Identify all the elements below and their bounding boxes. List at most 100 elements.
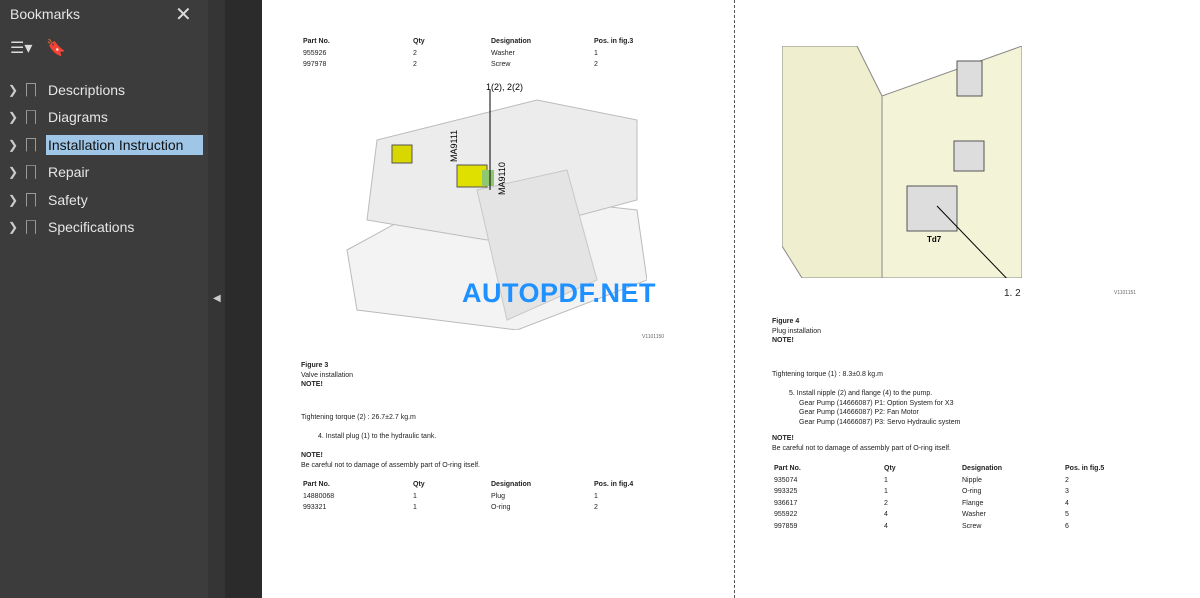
table-row: 935074 1 Nipple 2 <box>774 475 1135 487</box>
document-page: Part No. Qty Designation Pos. in fig.3 95592… <box>262 0 1200 598</box>
table-cell: 935074 <box>774 476 798 484</box>
bookmark-descriptions[interactable]: ❯ Descriptions <box>0 76 208 104</box>
table-cell: 4 <box>884 522 888 530</box>
column-header: Part No. <box>303 38 330 46</box>
table-cell: 4 <box>884 511 888 519</box>
figure-title: Figure 3 <box>301 362 329 369</box>
column-header: Qty <box>413 38 425 46</box>
table-cell: Screw <box>491 61 511 69</box>
note-label: NOTE! <box>301 381 323 388</box>
callout-label: 1(2), 2(2) <box>486 82 523 92</box>
table-cell: 997859 <box>774 522 798 530</box>
parts-table-fig4: Part No. Qty Designation Pos. in fig.4 14880… <box>303 479 664 514</box>
chevron-right-icon[interactable]: ❯ <box>8 138 18 152</box>
bookmark-installation-instruction[interactable]: ❯ Installation Instruction <box>0 131 208 159</box>
column-header: Qty <box>413 481 425 489</box>
callout-label: 1. 2 <box>1004 288 1021 299</box>
table-cell: 1 <box>594 49 598 57</box>
table-cell: Washer <box>491 49 515 57</box>
table-cell: Flange <box>962 499 984 507</box>
figure-id: V1101150 <box>642 334 665 340</box>
table-cell: 1 <box>884 488 888 496</box>
note-label: NOTE! <box>301 452 323 459</box>
note-text: Be careful not to damage of assembly par… <box>772 444 951 452</box>
table-cell: 3 <box>1065 488 1069 496</box>
step-detail-line: Gear Pump (14666087) P1: Option System f… <box>799 399 954 407</box>
page-divider <box>734 0 735 598</box>
bookmark-repair[interactable]: ❯ Repair <box>0 159 208 187</box>
table-row: 993325 1 O-ring 3 <box>774 486 1135 498</box>
column-header: Part No. <box>774 465 801 473</box>
table-cell: 2 <box>594 61 598 69</box>
table-header: Part No. Qty Designation Pos. in fig.3 <box>303 36 664 48</box>
table-cell: 4 <box>1065 499 1069 507</box>
table-cell: 2 <box>413 49 417 57</box>
table-row: 936617 2 Flange 4 <box>774 498 1135 510</box>
table-row: 993321 1 O-ring 2 <box>303 502 664 514</box>
chevron-right-icon[interactable]: ❯ <box>8 83 18 97</box>
note-label: NOTE! <box>772 337 794 344</box>
torque-text: Tightening torque (1) : 8.3±0.8 kg.m <box>772 371 883 378</box>
ma9111-label: MA9111 <box>449 130 459 162</box>
bookmark-label: Specifications <box>48 219 135 236</box>
figure-title: Figure 4 <box>772 318 800 325</box>
parts-table-fig3: Part No. Qty Designation Pos. in fig.3 95592… <box>303 36 664 71</box>
column-header: Pos. in fig.5 <box>1065 465 1105 473</box>
column-header: Pos. in fig.3 <box>594 38 634 46</box>
bookmark-label: Safety <box>48 191 88 208</box>
column-header: Designation <box>491 38 532 46</box>
plug-installation-figure: Td7 <box>782 46 1022 278</box>
bookmark-diagrams[interactable]: ❯ Diagrams <box>0 104 208 132</box>
bookmark-icon <box>26 165 36 180</box>
td7-label: Td7 <box>927 235 942 244</box>
note-label: NOTE! <box>772 435 794 442</box>
close-icon[interactable]: ✕ <box>175 2 192 27</box>
bookmark-icon <box>26 82 36 97</box>
table-row: 997859 4 Screw 6 <box>774 521 1135 533</box>
table-row: 14880068 1 Plug 1 <box>303 491 664 503</box>
table-cell: 936617 <box>774 499 798 507</box>
ma9110-label: MA9110 <box>497 162 507 195</box>
table-cell: 1 <box>413 504 417 512</box>
table-cell: 2 <box>884 499 888 507</box>
table-cell: 2 <box>1065 476 1069 484</box>
collapse-arrow-icon[interactable]: ◀ <box>213 293 221 304</box>
bookmark-specifications[interactable]: ❯ Specifications <box>0 214 208 242</box>
bookmarks-panel: Bookmarks ✕ ☰▾ 🔖 ❯ Descriptions ❯ Diagrams ❯… <box>0 0 208 598</box>
table-cell: 955926 <box>303 49 327 57</box>
bookmarks-title: Bookmarks <box>10 6 81 22</box>
table-cell: Nipple <box>962 476 982 484</box>
bookmark-label: Diagrams <box>48 109 108 126</box>
table-cell: 1 <box>884 476 888 484</box>
table-row: 955922 4 Washer 5 <box>774 509 1135 521</box>
table-cell: 2 <box>594 504 598 512</box>
column-header: Pos. in fig.4 <box>594 481 634 489</box>
table-cell: 5 <box>1065 511 1069 519</box>
step-detail-line: Gear Pump (14666087) P2: Fan Motor <box>799 409 919 416</box>
chevron-right-icon[interactable]: ❯ <box>8 193 18 207</box>
chevron-right-icon[interactable]: ❯ <box>8 220 18 234</box>
chevron-right-icon[interactable]: ❯ <box>8 165 18 179</box>
figure-caption: Plug installation <box>772 327 822 335</box>
find-bookmark-icon[interactable]: 🔖 <box>46 38 66 58</box>
table-cell: 14880068 <box>303 492 335 500</box>
table-cell: 1 <box>413 492 417 500</box>
step-text: 5. Install nipple (2) and flange (4) to … <box>789 390 933 397</box>
column-header: Designation <box>962 465 1003 473</box>
table-cell: 993325 <box>774 488 798 496</box>
bookmark-safety[interactable]: ❯ Safety <box>0 186 208 214</box>
table-cell: 955922 <box>774 511 798 519</box>
torque-text: Tightening torque (2) : 26.7±2.7 kg.m <box>301 414 416 421</box>
bookmark-icon <box>26 137 36 152</box>
chevron-right-icon[interactable]: ❯ <box>8 110 18 124</box>
column-header: Part No. <box>303 481 330 489</box>
table-cell: Washer <box>962 511 986 519</box>
options-menu-icon[interactable]: ☰▾ <box>10 38 32 58</box>
bookmark-icon <box>26 192 36 207</box>
table-cell: Screw <box>962 522 982 530</box>
step-detail-line: Gear Pump (14666087) P3: Servo Hydraulic… <box>799 418 961 426</box>
step-text: 4. Install plug (1) to the hydraulic tan… <box>318 433 437 440</box>
bookmark-label: Descriptions <box>48 81 126 98</box>
panel-splitter[interactable]: ◀ <box>208 0 225 598</box>
bookmark-icon <box>26 110 36 125</box>
